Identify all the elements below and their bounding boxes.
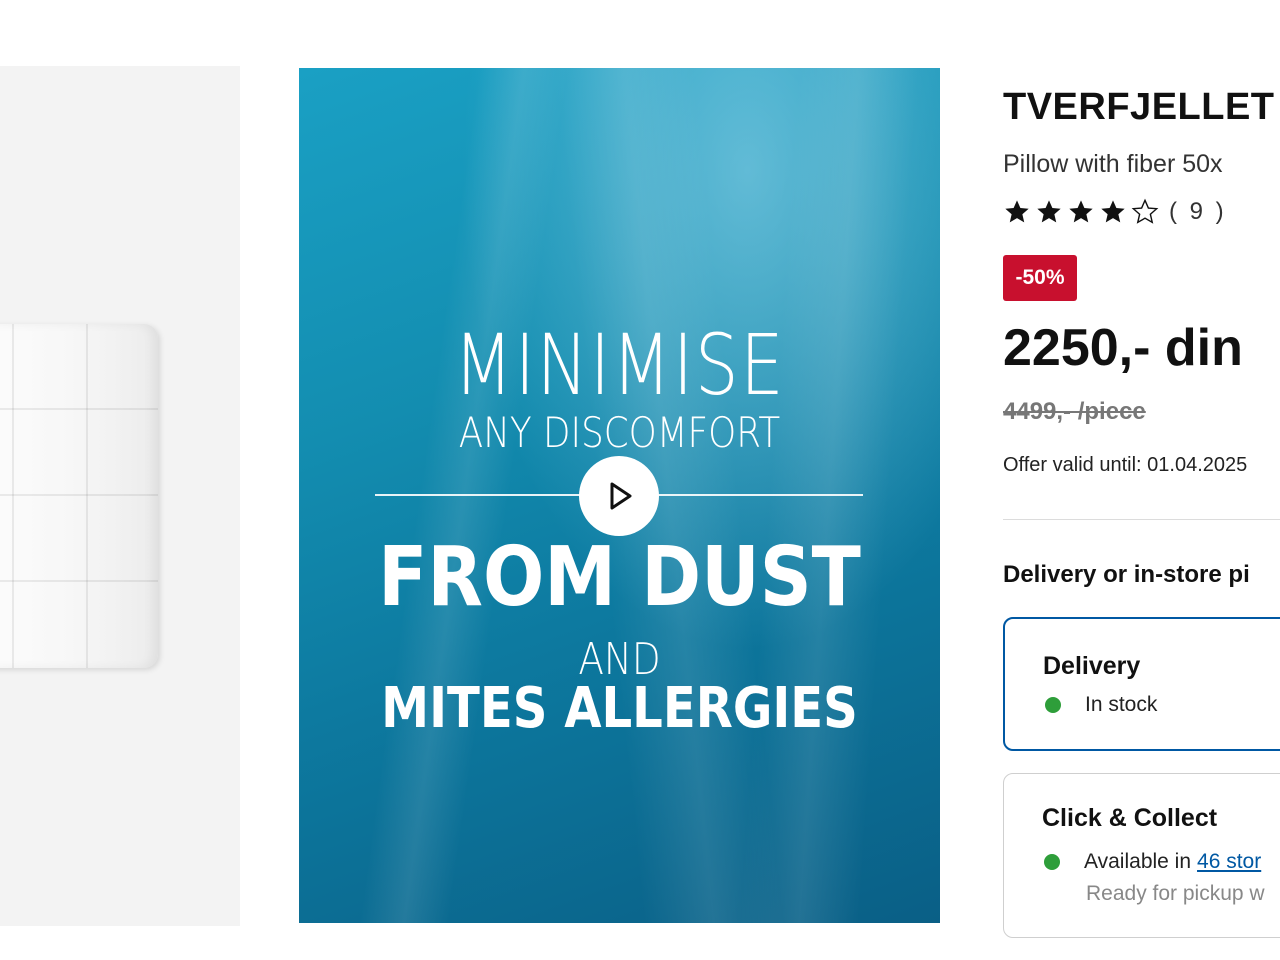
click-collect-title: Click & Collect: [1042, 804, 1218, 832]
delivery-option-card[interactable]: Delivery In stock: [1003, 617, 1280, 751]
delivery-options-heading: Delivery or in-store pi: [1003, 561, 1250, 588]
delivery-status: In stock: [1045, 693, 1157, 717]
stores-link[interactable]: 46 stor: [1197, 850, 1261, 874]
review-count[interactable]: ( 9 ): [1169, 198, 1227, 226]
product-rating[interactable]: ( 9 ): [1003, 198, 1227, 226]
pillow-image: [0, 324, 158, 668]
product-description: Pillow with fiber 50x: [1003, 150, 1223, 178]
video-headline-minimise: MINIMISE: [453, 316, 786, 414]
product-price: 2250,- din: [1003, 319, 1243, 377]
offer-validity: Offer valid until: 01.04.2025: [1003, 454, 1248, 476]
delivery-status-text: In stock: [1085, 693, 1158, 716]
click-collect-status: Available in 46 stor: [1044, 850, 1261, 874]
click-collect-status-text: Available in: [1084, 850, 1192, 873]
pickup-note: Ready for pickup w: [1086, 882, 1265, 905]
video-divider-left: [375, 494, 581, 496]
star-filled-icon: [1037, 200, 1061, 223]
previous-price: 4499,- /piece: [1003, 398, 1146, 425]
play-button[interactable]: [579, 456, 659, 536]
delivery-title: Delivery: [1043, 652, 1141, 680]
status-dot-icon: [1044, 854, 1060, 870]
section-divider: [1003, 519, 1280, 520]
star-filled-icon: [1069, 200, 1093, 223]
video-headline-mites: MITES ALLERGIES: [381, 676, 858, 741]
product-title: TVERFJELLET: [1003, 86, 1275, 128]
star-empty-icon: [1131, 198, 1159, 224]
discount-badge: -50%: [1003, 255, 1077, 301]
video-headline-dust: FROM DUST: [378, 530, 861, 625]
star-filled-icon: [1005, 200, 1029, 223]
video-divider-right: [657, 494, 863, 496]
video-headline-discomfort: ANY DISCOMFORT: [458, 408, 781, 457]
product-info: TVERFJELLET Pillow with fiber 50x ( 9 ) …: [1003, 0, 1280, 960]
play-icon: [610, 482, 632, 510]
click-collect-option-card[interactable]: Click & Collect Available in 46 stor Rea…: [1003, 773, 1280, 938]
product-video[interactable]: MINIMISE ANY DISCOMFORT FROM DUST AND MI…: [299, 68, 940, 923]
star-filled-icon: [1101, 200, 1125, 223]
status-dot-icon: [1045, 697, 1061, 713]
product-image-thumbnail[interactable]: [0, 66, 240, 926]
